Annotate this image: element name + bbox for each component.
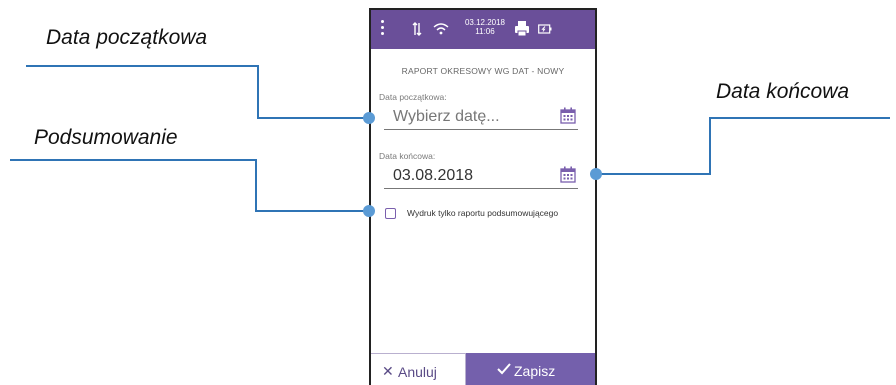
end-date-callout-dot (590, 168, 602, 180)
summary-callout-dot (363, 205, 375, 217)
start-date-callout-dot (363, 112, 375, 124)
callout-dots (363, 112, 602, 217)
